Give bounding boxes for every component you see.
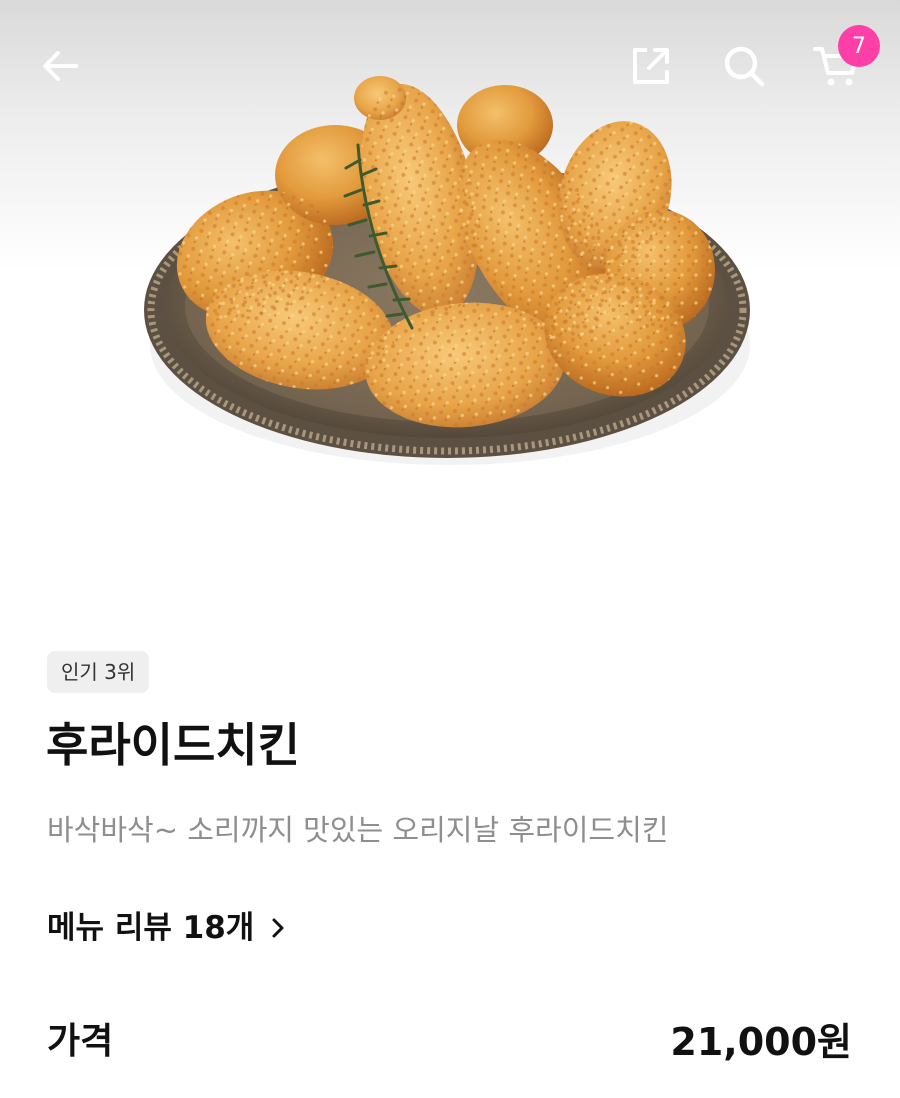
menu-reviews-label: 메뉴 리뷰 18개 bbox=[47, 910, 255, 946]
product-detail-page: 7 인기 3위 후라이드치킨 바삭바삭~ 소리까지 맛있는 오리지날 후라이드치… bbox=[0, 0, 900, 1098]
arrow-left-icon bbox=[43, 51, 78, 81]
back-button[interactable] bbox=[28, 34, 92, 98]
cart-count-badge: 7 bbox=[838, 25, 880, 67]
product-description: 바삭바삭~ 소리까지 맛있는 오리지날 후라이드치킨 bbox=[47, 813, 669, 847]
menu-reviews-link[interactable]: 메뉴 리뷰 18개 bbox=[47, 904, 286, 952]
popularity-rank-tag: 인기 3위 bbox=[47, 651, 150, 693]
chevron-right-icon bbox=[270, 916, 286, 940]
share-button[interactable] bbox=[619, 34, 683, 98]
price-value: 21,000원 bbox=[670, 1020, 852, 1064]
search-icon bbox=[724, 46, 765, 87]
product-title: 후라이드치킨 bbox=[46, 718, 300, 772]
share-icon bbox=[633, 48, 669, 84]
search-button[interactable] bbox=[712, 34, 776, 98]
price-label: 가격 bbox=[47, 1021, 114, 1062]
